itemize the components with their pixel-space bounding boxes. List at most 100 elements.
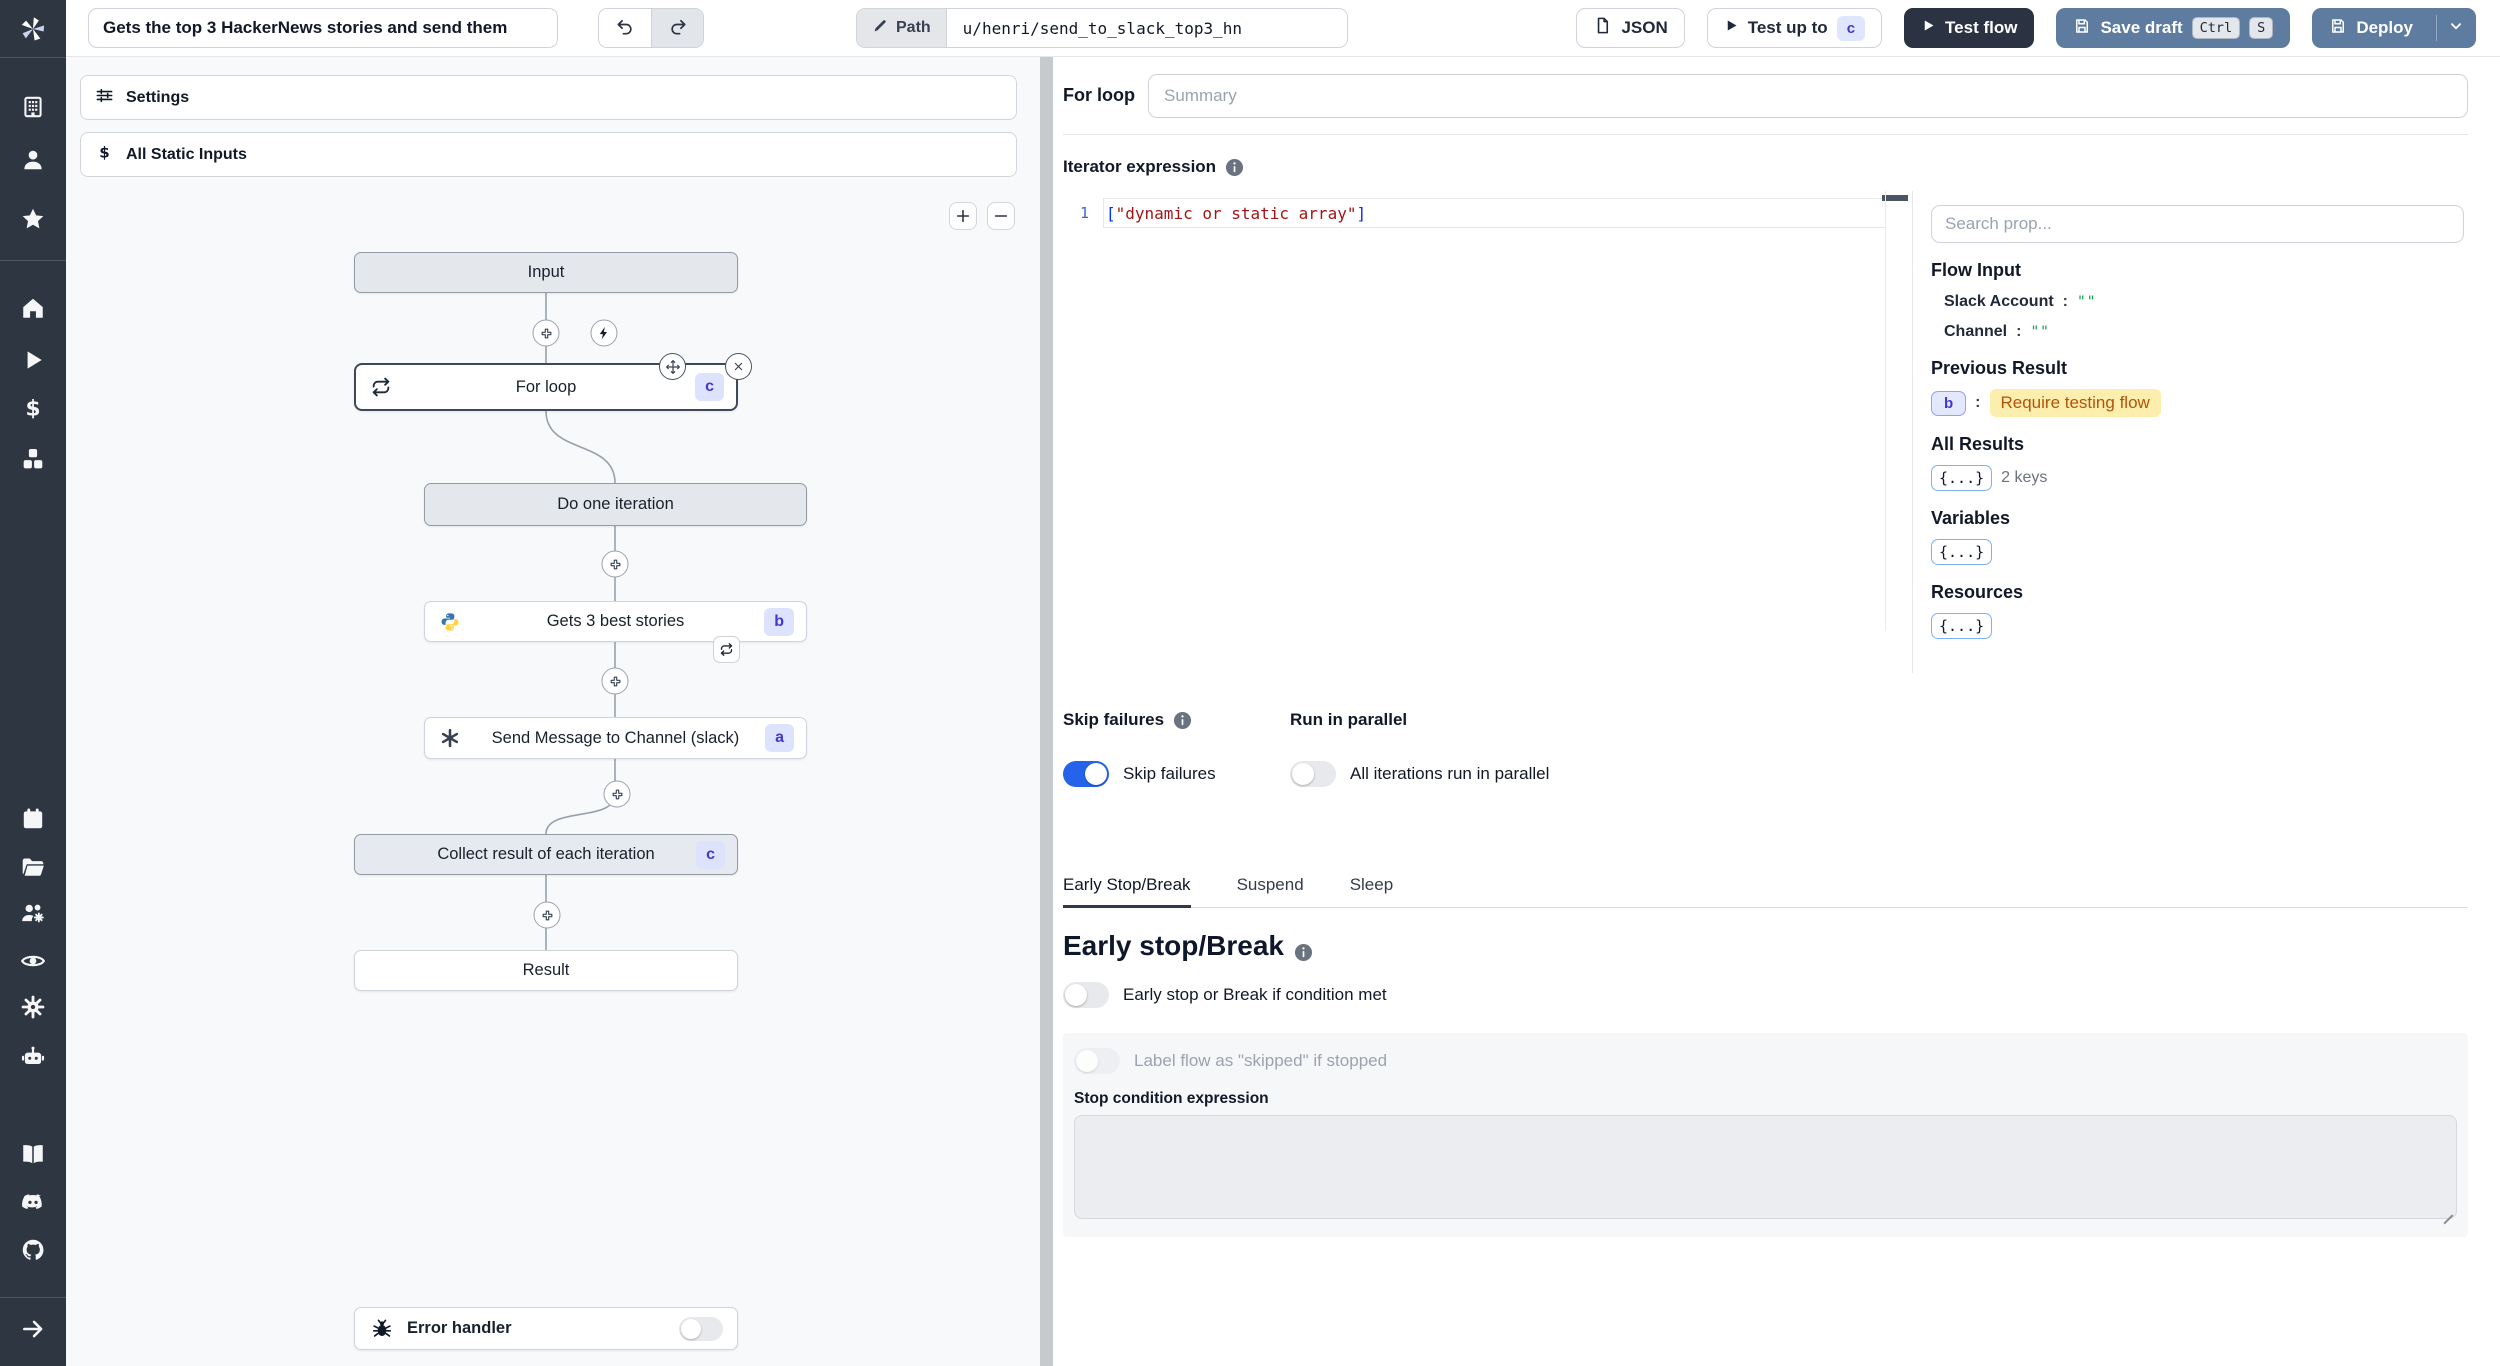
- path-input[interactable]: [946, 9, 1347, 47]
- folder-icon[interactable]: [20, 854, 46, 880]
- github-icon[interactable]: [20, 1237, 46, 1263]
- early-stop-config-panel: Label flow as "skipped" if stopped Stop …: [1063, 1033, 2468, 1237]
- info-icon[interactable]: [1173, 711, 1192, 730]
- early-stop-toggle[interactable]: [1063, 982, 1109, 1008]
- star-icon[interactable]: [20, 206, 46, 232]
- deploy-more-button[interactable]: [2436, 15, 2475, 41]
- node-label: Send Message to Channel (slack): [491, 728, 740, 747]
- require-testing-flow-hint: Require testing flow: [1989, 389, 2161, 417]
- advanced-tabs: Early Stop/Break Suspend Sleep: [1063, 875, 2468, 908]
- search-prop-input[interactable]: [1931, 205, 2464, 243]
- test-up-to-step-badge: c: [1836, 15, 1866, 41]
- previous-result-row[interactable]: b : Require testing flow: [1931, 389, 2464, 417]
- home-icon[interactable]: [20, 295, 46, 321]
- code-line: 1 ["dynamic or static array"]: [1063, 197, 1912, 229]
- node-error-handler[interactable]: Error handler: [354, 1307, 738, 1350]
- node-collect-result[interactable]: Collect result of each iteration c: [354, 834, 738, 875]
- error-handler-toggle[interactable]: [679, 1316, 723, 1341]
- prop-row-slack-account[interactable]: Slack Account : "": [1931, 293, 2464, 311]
- flow-title-input[interactable]: [88, 8, 558, 48]
- step-id-badge: b: [764, 607, 794, 636]
- all-static-inputs-label: All Static Inputs: [126, 145, 247, 163]
- calendar-schedules-icon[interactable]: [20, 806, 46, 832]
- node-result[interactable]: Result: [354, 950, 738, 991]
- play-icon: [1921, 18, 1936, 38]
- test-up-to-button[interactable]: Test up to c: [1706, 8, 1883, 48]
- book-docs-icon[interactable]: [20, 1141, 46, 1167]
- dollar-variables-icon[interactable]: $: [20, 395, 46, 421]
- user-icon[interactable]: [20, 147, 46, 173]
- play-runs-icon[interactable]: [20, 347, 46, 373]
- discord-icon[interactable]: [20, 1189, 46, 1215]
- flow-settings-button[interactable]: Settings: [80, 75, 1017, 120]
- user-group-gear-icon[interactable]: [20, 900, 46, 926]
- stop-condition-label: Stop condition expression: [1074, 1090, 1269, 1107]
- gear-settings-icon[interactable]: [20, 994, 46, 1020]
- variables-row[interactable]: {...}: [1931, 539, 2464, 565]
- variables-heading: Variables: [1931, 508, 2011, 528]
- tab-early-stop-break[interactable]: Early Stop/Break: [1063, 875, 1191, 908]
- all-static-inputs-button[interactable]: $ All Static Inputs: [80, 132, 1017, 177]
- prop-row-channel[interactable]: Channel : "": [1931, 323, 2464, 341]
- zoom-in-button[interactable]: [949, 202, 977, 230]
- hub-script-icon: [439, 727, 461, 749]
- summary-input[interactable]: [1147, 73, 2468, 118]
- object-expand-chip[interactable]: {...}: [1931, 613, 1993, 639]
- path-chip[interactable]: Path: [857, 9, 947, 47]
- node-input[interactable]: Input: [354, 252, 738, 293]
- boxes-resources-icon[interactable]: [20, 446, 46, 472]
- add-step-button[interactable]: [603, 780, 631, 808]
- step-b-chip[interactable]: b: [1931, 390, 1967, 416]
- flow-settings-label: Settings: [126, 88, 190, 106]
- code-editor[interactable]: 1 ["dynamic or static array"]: [1063, 191, 1912, 673]
- line-number: 1: [1079, 204, 1089, 222]
- delete-node-button[interactable]: [725, 353, 752, 380]
- node-label: Collect result of each iteration: [437, 845, 655, 863]
- save-draft-button[interactable]: Save draft Ctrl S: [2056, 8, 2291, 48]
- node-label: Error handler: [407, 1319, 512, 1337]
- building-icon[interactable]: [20, 94, 46, 120]
- skip-failures-toggle[interactable]: [1063, 761, 1109, 787]
- panel-resize-divider[interactable]: [1040, 57, 1053, 1366]
- trigger-lightning-button[interactable]: [590, 319, 618, 347]
- label-skipped-toggle[interactable]: [1074, 1048, 1120, 1074]
- node-do-one-iteration[interactable]: Do one iteration: [424, 483, 807, 526]
- json-button[interactable]: JSON: [1576, 8, 1685, 48]
- redo-button[interactable]: [651, 9, 703, 47]
- arrow-right-collapse-icon[interactable]: [20, 1316, 46, 1342]
- skip-failures-heading: Skip failures: [1063, 710, 1165, 729]
- add-step-button[interactable]: [533, 901, 561, 929]
- run-in-parallel-toggle-label: All iterations run in parallel: [1350, 764, 1550, 783]
- robot-icon[interactable]: [20, 1044, 46, 1070]
- add-step-button[interactable]: [601, 667, 629, 695]
- test-flow-button[interactable]: Test flow: [1904, 8, 2035, 48]
- node-for-loop[interactable]: For loop c: [354, 353, 752, 411]
- windmill-logo-icon[interactable]: [17, 13, 49, 45]
- move-node-button[interactable]: [659, 353, 686, 380]
- all-results-row[interactable]: {...} 2 keys: [1931, 465, 2464, 491]
- svg-text:$: $: [25, 397, 40, 421]
- add-step-button[interactable]: [601, 550, 629, 578]
- play-icon: [1724, 18, 1739, 38]
- flow-canvas[interactable]: Settings $ All Static Inputs Input For l…: [66, 57, 1040, 1366]
- zoom-out-button[interactable]: [987, 202, 1015, 230]
- eye-audit-icon[interactable]: [20, 948, 46, 974]
- tab-sleep[interactable]: Sleep: [1350, 875, 1393, 907]
- info-icon[interactable]: [1225, 158, 1244, 177]
- node-label: For loop: [515, 377, 577, 396]
- sidebar: $: [0, 0, 66, 1366]
- node-gets-3-best-stories[interactable]: Gets 3 best stories b: [424, 601, 807, 663]
- retry-loop-small-button[interactable]: [713, 636, 740, 663]
- test-up-to-label: Test up to: [1747, 18, 1828, 37]
- run-in-parallel-toggle[interactable]: [1290, 761, 1336, 787]
- object-expand-chip[interactable]: {...}: [1931, 465, 1993, 491]
- resources-row[interactable]: {...}: [1931, 613, 2464, 639]
- tab-suspend[interactable]: Suspend: [1237, 875, 1304, 907]
- info-icon[interactable]: [1294, 937, 1313, 961]
- add-step-button[interactable]: [532, 319, 560, 347]
- object-expand-chip[interactable]: {...}: [1931, 539, 1993, 565]
- undo-button[interactable]: [599, 9, 651, 47]
- stop-condition-textarea[interactable]: [1074, 1115, 2457, 1219]
- node-send-message-slack[interactable]: Send Message to Channel (slack) a: [424, 717, 807, 759]
- deploy-button[interactable]: Deploy: [2312, 8, 2476, 48]
